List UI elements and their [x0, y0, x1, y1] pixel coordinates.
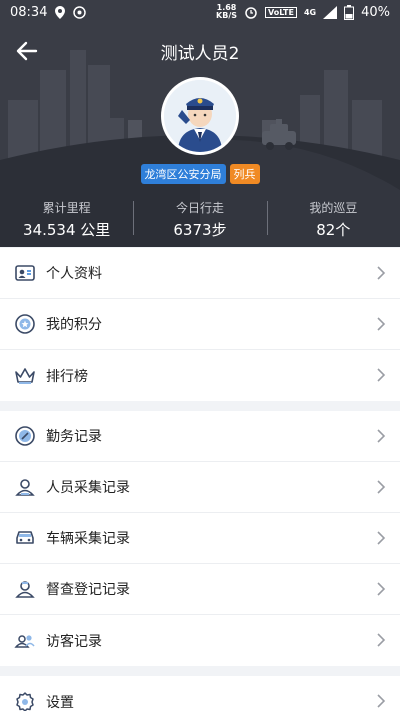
- network-speed: 1.68 KB/S: [216, 4, 237, 20]
- menu-item-settings[interactable]: 设置: [0, 676, 400, 711]
- stat-label: 我的巡豆: [309, 201, 358, 215]
- menu-item-duty-records[interactable]: 勤务记录: [0, 411, 400, 462]
- battery-icon: [344, 4, 355, 20]
- department-badge: 龙湾区公安分局: [140, 164, 226, 184]
- chevron-right-icon: [377, 531, 386, 545]
- chevron-right-icon: [377, 480, 386, 494]
- menu-group-settings: 设置: [0, 676, 400, 711]
- stats-row: 累计里程 34.534 公里 今日行走 6373步 我的巡豆 82个: [0, 197, 400, 241]
- badges: 龙湾区公安分局 列兵: [0, 164, 400, 184]
- menu-label: 排行榜: [46, 368, 88, 385]
- menu-item-personal-info[interactable]: 个人资料: [0, 248, 400, 299]
- profile-card-icon: [15, 265, 35, 281]
- menu-item-inspection-records[interactable]: 督查登记记录: [0, 564, 400, 615]
- menu-group-profile: 个人资料 我的积分 排行榜: [0, 248, 400, 401]
- chevron-right-icon: [377, 582, 386, 596]
- status-time: 08:34: [10, 4, 48, 20]
- inspector-icon: [15, 581, 35, 598]
- menu-item-my-points[interactable]: 我的积分: [0, 299, 400, 350]
- stat-today-steps[interactable]: 今日行走 6373步: [133, 197, 266, 241]
- stat-label: 今日行走: [175, 201, 224, 215]
- police-officer-icon: [164, 80, 236, 152]
- crown-icon: [15, 367, 35, 384]
- points-icon: [15, 314, 35, 334]
- chevron-right-icon: [377, 368, 386, 382]
- menu-label: 勤务记录: [46, 429, 102, 445]
- app-notification-icon: [73, 5, 87, 19]
- status-bar: 08:34 1.68 KB/S VoLTE 4G 40%: [0, 0, 400, 24]
- menu-group-records: 勤务记录 人员采集记录 车辆采集记录 督查登记记录 访客记录: [0, 411, 400, 666]
- chevron-right-icon: [377, 317, 386, 331]
- signal-icon: [323, 5, 338, 19]
- alarm-icon: [245, 7, 257, 19]
- location-icon: [55, 5, 66, 19]
- gear-icon: [16, 691, 34, 711]
- chevron-right-icon: [377, 694, 386, 708]
- chevron-right-icon: [377, 429, 386, 443]
- volte-indicator: VoLTE: [265, 6, 297, 18]
- menu-label: 督查登记记录: [46, 582, 130, 598]
- menu-label: 人员采集记录: [46, 480, 130, 496]
- menu-item-person-records[interactable]: 人员采集记录: [0, 462, 400, 513]
- profile-header: 08:34 1.68 KB/S VoLTE 4G 40% 测试人员2 龙湾区公安…: [0, 0, 400, 247]
- menu-label: 我的积分: [46, 317, 102, 333]
- menu-item-vehicle-records[interactable]: 车辆采集记录: [0, 513, 400, 564]
- menu-label: 访客记录: [46, 633, 102, 650]
- speed-unit: KB/S: [216, 11, 237, 20]
- avatar[interactable]: [161, 77, 239, 155]
- network-type: 4G: [303, 7, 317, 17]
- top-bar: 测试人员2: [0, 28, 400, 74]
- person-icon: [15, 479, 35, 496]
- chevron-right-icon: [377, 633, 386, 647]
- stat-label: 累计里程: [42, 201, 91, 215]
- battery-level: 40%: [361, 4, 390, 20]
- menu-item-leaderboard[interactable]: 排行榜: [0, 350, 400, 401]
- menu-label: 个人资料: [46, 266, 102, 282]
- visitor-icon: [14, 634, 35, 648]
- menu-label: 设置: [46, 694, 74, 711]
- menu-item-visitor-records[interactable]: 访客记录: [0, 615, 400, 666]
- car-icon: [16, 531, 34, 544]
- stat-value: 82个: [316, 221, 351, 239]
- rank-badge: 列兵: [229, 164, 260, 184]
- page-title: 测试人员2: [160, 43, 240, 64]
- chevron-right-icon: [377, 266, 386, 280]
- stat-patrol-beans[interactable]: 我的巡豆 82个: [266, 197, 400, 241]
- stat-value: 34.534 公里: [23, 221, 111, 239]
- menu-label: 车辆采集记录: [46, 531, 130, 547]
- duty-icon: [15, 426, 35, 446]
- stat-total-mileage[interactable]: 累计里程 34.534 公里: [0, 197, 133, 241]
- back-arrow-icon[interactable]: [14, 38, 40, 64]
- stat-value: 6373步: [173, 221, 227, 239]
